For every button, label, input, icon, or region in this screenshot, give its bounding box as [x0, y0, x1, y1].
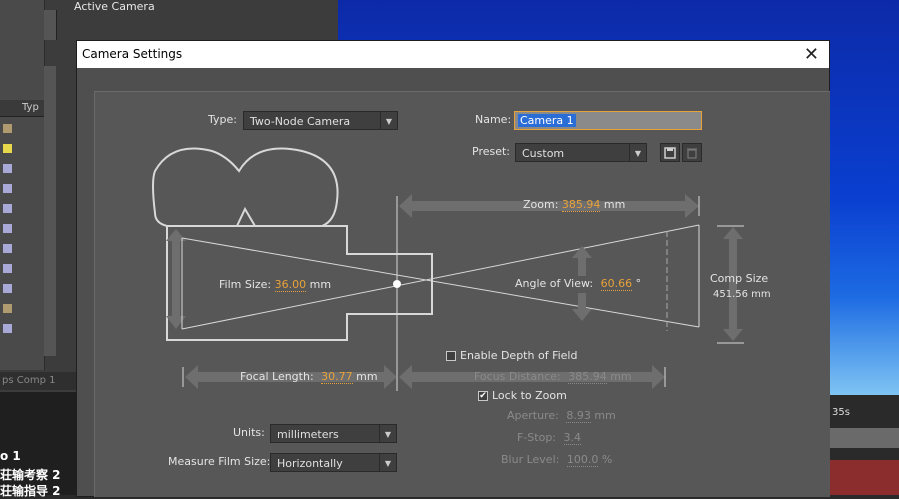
zoom-label: Zoom: 385.94 mm [523, 198, 626, 212]
camera-diagram [152, 147, 744, 391]
type-label: Type: [208, 113, 237, 126]
blur-level-label-text: Blur Level: [501, 453, 560, 466]
angle-value[interactable]: 60.66 [600, 277, 633, 291]
zoom-label-text: Zoom: [523, 198, 559, 211]
preset-dropdown[interactable]: Custom ▼ [515, 143, 647, 162]
blur-level-value: 100.0 [566, 453, 599, 467]
preset-label: Preset: [472, 145, 511, 158]
chevron-down-icon: ▼ [380, 112, 397, 129]
aperture-unit: mm [594, 409, 616, 422]
measure-film-size-dropdown[interactable]: Horizontally ▼ [270, 453, 397, 472]
units-dropdown[interactable]: millimeters ▼ [270, 424, 397, 443]
preset-value: Custom [522, 147, 565, 160]
save-icon [664, 147, 676, 159]
timeline-row[interactable]: 荘输指导 2 [0, 482, 61, 499]
focal-length-label: Focal Length: 30.77 mm [240, 370, 378, 384]
aperture-label-text: Aperture: [507, 409, 559, 422]
label-swatch [3, 224, 12, 233]
depth-of-field-checkbox[interactable] [446, 351, 456, 361]
focal-length-value[interactable]: 30.77 [321, 370, 353, 384]
fstop-label: F-Stop: 3.4 [517, 431, 582, 445]
blur-level-label: Blur Level: 100.0 % [501, 453, 613, 467]
aperture-value: 8.93 [566, 409, 591, 423]
film-size-arrow [166, 229, 186, 329]
measure-film-size-value: Horizontally [277, 457, 343, 470]
active-camera-label: Active Camera [74, 0, 155, 13]
label-swatch [3, 124, 12, 133]
focus-distance-label-text: Focus Distance: [474, 370, 561, 383]
angle-of-view-label: Angle of View: 60.66 ° [515, 277, 642, 291]
focal-length-label-text: Focal Length: [240, 370, 314, 383]
units-label: Units: [233, 426, 265, 439]
chevron-down-icon: ▼ [379, 454, 396, 471]
time-marker: 35s [832, 407, 850, 418]
fstop-value: 3.4 [563, 431, 582, 445]
label-swatch [3, 264, 12, 273]
camera-triangle [235, 206, 257, 227]
timeline-bar [828, 428, 899, 448]
chevron-down-icon: ▼ [379, 425, 396, 442]
timeline-row[interactable]: 荘输考察 2 [0, 466, 61, 483]
angle-unit: ° [635, 277, 642, 290]
angle-arrow [572, 293, 592, 321]
label-swatch [3, 164, 12, 173]
name-value: Camera 1 [518, 114, 576, 127]
nodal-point [393, 280, 401, 288]
measure-film-size-label: Measure Film Size: [168, 455, 271, 468]
film-size-label: Film Size: 36.00 mm [219, 278, 332, 292]
label-swatch [3, 144, 12, 153]
type-value: Two-Node Camera [250, 115, 351, 128]
label-swatch [3, 204, 12, 213]
chevron-down-icon: ▼ [629, 144, 646, 161]
comp-size-label: Comp Size [710, 272, 769, 285]
name-input[interactable]: Camera 1 [514, 111, 702, 130]
delete-preset-button[interactable] [682, 143, 702, 162]
label-swatch [3, 184, 12, 193]
camera-reels-outline [152, 147, 339, 227]
comp-tab[interactable]: ps Comp 1 [0, 372, 78, 390]
label-swatch [3, 244, 12, 253]
film-size-value[interactable]: 36.00 [274, 278, 307, 292]
film-size-label-text: Film Size: [219, 278, 272, 291]
film-size-unit: mm [309, 278, 332, 291]
type-dropdown[interactable]: Two-Node Camera ▼ [243, 111, 398, 130]
units-value: millimeters [277, 428, 339, 441]
project-type-header[interactable]: Typ [22, 102, 39, 113]
comp-size-value: 451.56 mm [713, 289, 771, 300]
focus-distance-label: Focus Distance: 385.94 mm [474, 370, 632, 384]
camera-settings-dialog: Camera Settings ✕ Type: Two-Node Camera … [76, 40, 830, 497]
angle-label-text: Angle of View: [515, 277, 594, 290]
aperture-label: Aperture: 8.93 mm [507, 409, 616, 423]
save-preset-button[interactable] [660, 143, 680, 162]
trash-icon [687, 148, 697, 159]
label-swatch [3, 324, 12, 333]
lock-to-zoom-label[interactable]: Lock to Zoom [492, 389, 567, 402]
check-icon: ✔ [479, 391, 487, 401]
angle-arrow [572, 246, 592, 276]
timeline-row[interactable]: o 1 [0, 449, 21, 463]
name-label: Name: [475, 113, 512, 126]
ruler-top [44, 10, 57, 40]
label-swatch [3, 284, 12, 293]
zoom-unit: mm [603, 198, 626, 211]
lock-to-zoom-checkbox[interactable]: ✔ [478, 391, 488, 401]
ruler-vertical [44, 66, 56, 356]
focal-length-unit: mm [356, 370, 378, 383]
zoom-value[interactable]: 385.94 [561, 198, 601, 212]
timeline-layer-bar [828, 460, 899, 495]
label-swatch [3, 304, 12, 313]
blur-level-unit: % [601, 453, 613, 466]
depth-of-field-label[interactable]: Enable Depth of Field [460, 349, 577, 362]
focus-distance-unit: mm [610, 370, 632, 383]
focus-distance-value: 385.94 [568, 370, 607, 384]
fstop-label-text: F-Stop: [517, 431, 557, 444]
